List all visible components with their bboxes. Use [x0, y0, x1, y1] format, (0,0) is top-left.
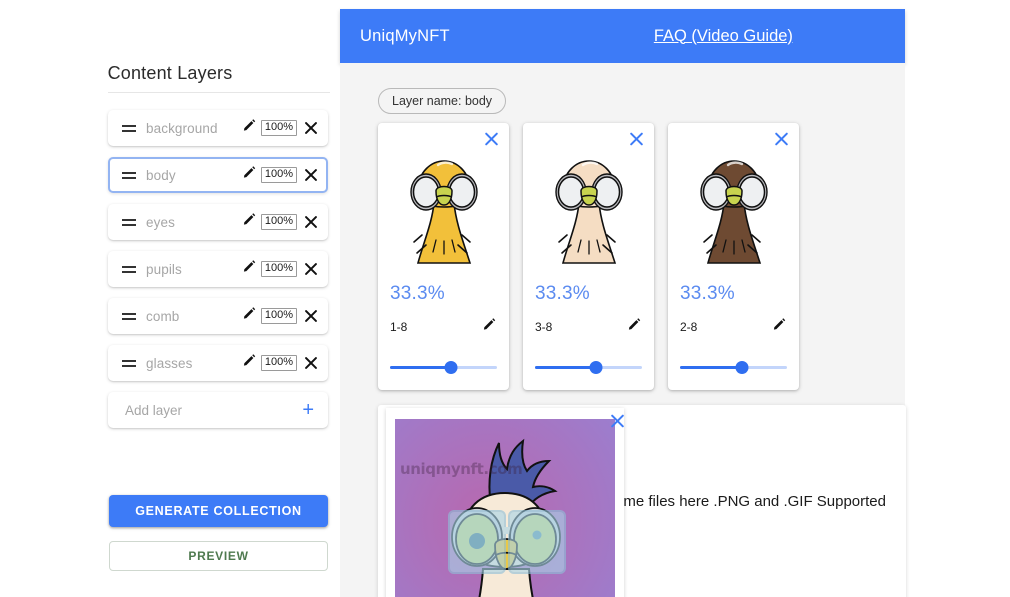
preview-button[interactable]: PREVIEW: [109, 541, 328, 571]
close-icon[interactable]: [304, 168, 318, 182]
variant-rarity-percent: 33.3%: [680, 283, 735, 304]
variant-rarity-slider[interactable]: [535, 361, 642, 375]
variant-name-label: 2-8: [680, 320, 698, 334]
variant-meta-row: 2-8: [680, 317, 787, 337]
faq-video-guide-link[interactable]: FAQ (Video Guide): [654, 27, 793, 46]
close-icon[interactable]: [304, 309, 318, 323]
uploaded-image-tile[interactable]: uniqmynft.com: [386, 408, 624, 597]
drag-handle-icon[interactable]: [122, 170, 136, 180]
brand-title: UniqMyNFT: [360, 26, 450, 45]
close-icon[interactable]: [304, 215, 318, 229]
layer-name-label: glasses: [146, 355, 193, 371]
layer-name-label: background: [146, 120, 218, 136]
variant-card[interactable]: 33.3% 3-8: [523, 123, 654, 390]
layer-row-comb[interactable]: comb 100%: [108, 298, 328, 334]
variant-preview-image: [523, 145, 654, 280]
variant-meta-row: 3-8: [535, 317, 642, 337]
layer-opacity-input[interactable]: 100%: [260, 167, 297, 183]
layer-opacity-input[interactable]: 100%: [260, 261, 297, 277]
add-layer-input[interactable]: Add layer: [125, 403, 182, 418]
pencil-icon[interactable]: [242, 353, 261, 373]
layer-name-chip: Layer name: body: [378, 88, 507, 114]
slider-thumb[interactable]: [735, 361, 749, 374]
layer-opacity-input[interactable]: 100%: [260, 308, 297, 324]
variant-preview-image: [668, 145, 799, 280]
pencil-icon[interactable]: [242, 306, 261, 326]
pencil-icon[interactable]: [242, 259, 261, 279]
close-icon[interactable]: [304, 262, 318, 276]
slider-fill: [535, 366, 596, 369]
slider-fill: [680, 366, 743, 369]
close-icon[interactable]: [304, 121, 318, 135]
variant-rarity-slider[interactable]: [680, 361, 787, 375]
variant-preview-image: [378, 145, 509, 280]
slider-thumb[interactable]: [589, 361, 603, 374]
close-icon[interactable]: [304, 356, 318, 370]
pencil-icon[interactable]: [242, 118, 261, 138]
pencil-icon[interactable]: [627, 317, 642, 337]
layer-opacity-input[interactable]: 100%: [260, 214, 297, 230]
variant-card-list: 33.3% 1-8 33.3% 3-8 33.3% 2-8: [378, 123, 799, 390]
layer-opacity-input[interactable]: 100%: [260, 355, 297, 371]
variant-rarity-percent: 33.3%: [535, 283, 590, 304]
app-header: UniqMyNFT FAQ (Video Guide) D: [340, 9, 905, 63]
drag-handle-icon[interactable]: [122, 217, 136, 227]
slider-thumb[interactable]: [444, 361, 458, 374]
layer-row-glasses[interactable]: glasses 100%: [108, 345, 328, 381]
pencil-icon[interactable]: [242, 165, 261, 185]
variant-rarity-percent: 33.3%: [390, 283, 445, 304]
drag-handle-icon[interactable]: [122, 311, 136, 321]
generate-collection-button[interactable]: GENERATE COLLECTION: [109, 495, 328, 527]
layer-row-pupils[interactable]: pupils 100%: [108, 251, 328, 287]
variant-meta-row: 1-8: [390, 317, 497, 337]
variant-card[interactable]: 33.3% 2-8: [668, 123, 799, 390]
slider-fill: [390, 366, 451, 369]
close-icon[interactable]: [610, 414, 624, 429]
pencil-icon[interactable]: [772, 317, 787, 337]
main-content: Layer name: body 33.3% 1-8 33.3% 3-8 33.3% 2-…: [340, 63, 906, 597]
layer-name-label: body: [146, 167, 176, 183]
variant-name-label: 3-8: [535, 320, 553, 334]
layer-list: background 100% body 100% eyes 100% pupils 100%…: [108, 110, 328, 428]
add-layer-row[interactable]: Add layer +: [108, 392, 328, 428]
variant-rarity-slider[interactable]: [390, 361, 497, 375]
watermark-label: uniqmynft.com: [400, 460, 523, 478]
drag-handle-icon[interactable]: [122, 264, 136, 274]
variant-name-label: 1-8: [390, 320, 408, 334]
app-root: Content Layers background 100% body 100% eye…: [0, 0, 1010, 597]
file-dropzone[interactable]: g drop some files here .PNG and .GIF Sup…: [378, 405, 906, 597]
page-title: Content Layers: [107, 63, 233, 83]
layer-name-label: comb: [146, 308, 180, 324]
layer-row-eyes[interactable]: eyes 100%: [108, 204, 328, 240]
sidebar: Content Layers background 100% body 100% eye…: [0, 0, 340, 597]
pencil-icon[interactable]: [242, 212, 261, 232]
layer-row-background[interactable]: background 100%: [108, 110, 328, 146]
plus-icon[interactable]: +: [302, 400, 314, 420]
layer-name-label: pupils: [146, 261, 182, 277]
sidebar-divider: [108, 92, 330, 93]
nft-preview-image: [395, 419, 615, 597]
variant-card[interactable]: 33.3% 1-8: [378, 123, 509, 390]
pencil-icon[interactable]: [482, 317, 497, 337]
drag-handle-icon[interactable]: [122, 123, 136, 133]
layer-name-label: eyes: [146, 214, 175, 230]
layer-row-body[interactable]: body 100%: [108, 157, 328, 193]
layer-name-chip-label: Layer name: body: [392, 94, 493, 108]
drag-handle-icon[interactable]: [122, 358, 136, 368]
layer-opacity-input[interactable]: 100%: [260, 120, 297, 136]
